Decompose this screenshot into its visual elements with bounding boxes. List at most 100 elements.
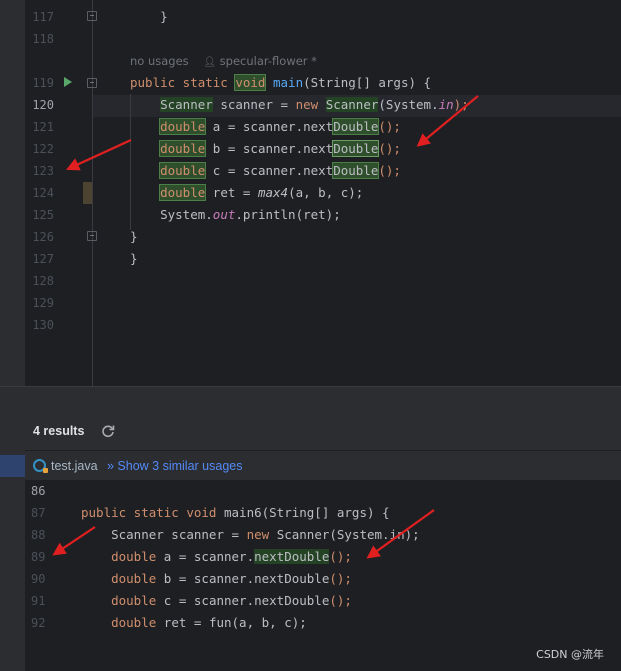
fold-icon[interactable] (87, 11, 97, 21)
code-token: (String[] args) { (303, 75, 432, 90)
code-token: double (159, 162, 207, 179)
code-token: a = scanner.next (205, 119, 334, 134)
code-token: b = scanner.next (205, 141, 334, 156)
code-token: out (212, 207, 236, 222)
results-count: 4 results (33, 424, 85, 438)
inlay-hint[interactable]: no usages 👤︎ specular-flower * (130, 51, 317, 71)
code-token: ret = (205, 185, 258, 200)
line-number: 88 (31, 528, 46, 542)
code-token: max4 (257, 185, 289, 200)
code-token: scanner = (212, 97, 296, 112)
change-marker (83, 182, 92, 204)
code-token: System. (130, 207, 213, 222)
author-icon: 👤︎ (203, 57, 217, 68)
code-line[interactable]: Scanner scanner = new Scanner(System.in)… (130, 94, 469, 116)
code-token: new (246, 527, 277, 542)
code-token: main6(String[] args) { (224, 505, 390, 520)
line-number: 122 (32, 142, 54, 156)
line-number: 89 (31, 550, 46, 564)
code-token: nextDouble (254, 549, 330, 564)
code-token: } (130, 229, 138, 244)
code-line[interactable]: double a = scanner.nextDouble(); (81, 546, 352, 568)
code-token: double (111, 549, 157, 564)
usages-hint[interactable]: no usages (130, 54, 189, 68)
tool-window-strip (0, 0, 25, 386)
code-line[interactable]: System.out.println(ret); (130, 204, 341, 226)
line-number: 92 (31, 616, 46, 630)
code-token: void (234, 74, 267, 91)
java-class-icon (33, 459, 48, 473)
code-token: (a, b, c); (288, 185, 364, 200)
code-line[interactable]: } (130, 226, 138, 248)
line-number: 126 (32, 230, 54, 244)
fold-icon[interactable] (87, 231, 97, 241)
code-token: double (111, 593, 157, 608)
line-number: 117 (32, 10, 54, 24)
line-number: 91 (31, 594, 46, 608)
fold-icon[interactable] (87, 78, 97, 88)
code-token: double (159, 140, 207, 157)
code-line[interactable]: Scanner scanner = new Scanner(System.in)… (81, 524, 420, 546)
code-line[interactable]: double ret = fun(a, b, c); (81, 612, 307, 634)
code-token: Double (332, 162, 380, 179)
code-token: c = scanner.next (205, 163, 334, 178)
code-token: (System. (378, 97, 439, 112)
code-line[interactable]: double a = scanner.nextDouble(); (130, 116, 401, 138)
file-name-link[interactable]: test.java (51, 458, 98, 474)
code-line[interactable]: } (130, 6, 168, 28)
code-token: .println(ret); (235, 207, 341, 222)
line-number: 120 (32, 98, 54, 112)
code-token: main (273, 75, 304, 90)
author-hint[interactable]: specular-flower * (220, 54, 317, 68)
code-token: double (111, 571, 157, 586)
code-token: a = scanner. (156, 549, 255, 564)
code-line[interactable]: } (130, 248, 138, 270)
code-line[interactable]: double c = scanner.nextDouble(); (130, 160, 401, 182)
code-token: public static void (81, 505, 224, 520)
code-token: (); (378, 119, 401, 134)
show-similar-usages-link[interactable]: » Show 3 similar usages (107, 458, 242, 474)
code-token: Scanner (325, 97, 379, 112)
code-token: Scanner scanner = (81, 527, 247, 542)
code-line[interactable]: double ret = max4(a, b, c); (130, 182, 363, 204)
code-line[interactable]: double c = scanner.nextDouble(); (81, 590, 352, 612)
code-token: in (438, 97, 454, 112)
selection-marker (0, 455, 25, 477)
refresh-icon[interactable] (101, 424, 115, 438)
code-editor[interactable]: no usages 👤︎ specular-flower * 117 } 118 1… (0, 0, 621, 386)
code-token: (); (329, 549, 352, 564)
code-line[interactable]: double b = scanner.nextDouble(); (130, 138, 401, 160)
code-token: c = scanner.nextDouble (156, 593, 330, 608)
code-token: } (130, 9, 168, 24)
code-line[interactable]: double b = scanner.nextDouble(); (81, 568, 352, 590)
code-token: new (295, 97, 326, 112)
run-icon[interactable] (64, 77, 72, 87)
watermark: CSDN @流年 (536, 648, 604, 661)
code-token: ); (453, 97, 469, 112)
code-token: Scanner (160, 97, 213, 112)
code-token: (); (329, 571, 352, 586)
line-number: 90 (31, 572, 46, 586)
code-line[interactable]: public static void main6(String[] args) … (81, 502, 390, 524)
line-number: 129 (32, 296, 54, 310)
gutter-separator (92, 0, 93, 386)
panel-splitter[interactable] (0, 386, 621, 412)
code-token: } (130, 251, 138, 266)
line-number: 123 (32, 164, 54, 178)
code-token: Double (332, 118, 380, 135)
line-number: 87 (31, 506, 46, 520)
code-token: Scanner(System.in); (276, 527, 420, 542)
code-token: (); (378, 141, 401, 156)
code-line[interactable]: public static void main(String[] args) { (130, 72, 431, 94)
line-number: 125 (32, 208, 54, 222)
code-token: (); (329, 593, 352, 608)
